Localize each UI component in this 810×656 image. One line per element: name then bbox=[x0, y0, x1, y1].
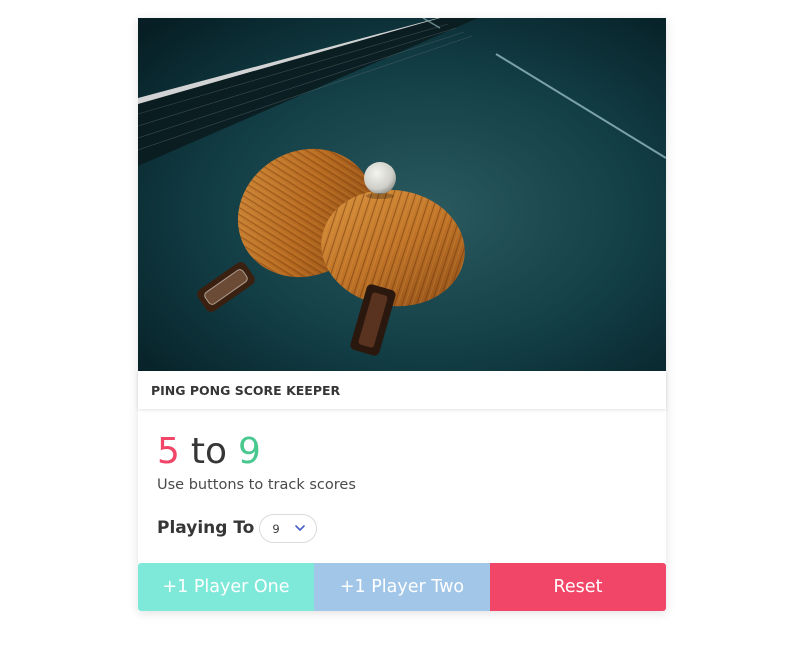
card-header: PING PONG SCORE KEEPER bbox=[138, 371, 666, 409]
winning-score-select[interactable]: 9 bbox=[259, 513, 318, 543]
score-keeper-card: PING PONG SCORE KEEPER 5 to 9 Use buttons … bbox=[138, 18, 666, 611]
player-one-score: 5 bbox=[157, 431, 180, 472]
playing-to-label: Playing To bbox=[157, 518, 255, 538]
playing-to-row: Playing To 9 bbox=[157, 513, 318, 543]
score-separator: to bbox=[190, 431, 228, 472]
score-display: 5 to 9 bbox=[157, 428, 261, 476]
winning-score-value: 9 bbox=[272, 521, 280, 536]
button-group: +1 Player One +1 Player Two Reset bbox=[138, 563, 666, 611]
player-one-button[interactable]: +1 Player One bbox=[138, 563, 314, 611]
app-title: PING PONG SCORE KEEPER bbox=[151, 383, 341, 398]
instructions-text: Use buttons to track scores bbox=[157, 477, 356, 493]
reset-button[interactable]: Reset bbox=[490, 563, 666, 611]
player-two-score: 9 bbox=[238, 431, 261, 472]
chevron-down-icon bbox=[295, 524, 306, 531]
player-two-button[interactable]: +1 Player Two bbox=[314, 563, 490, 611]
ping-pong-image bbox=[138, 18, 666, 371]
